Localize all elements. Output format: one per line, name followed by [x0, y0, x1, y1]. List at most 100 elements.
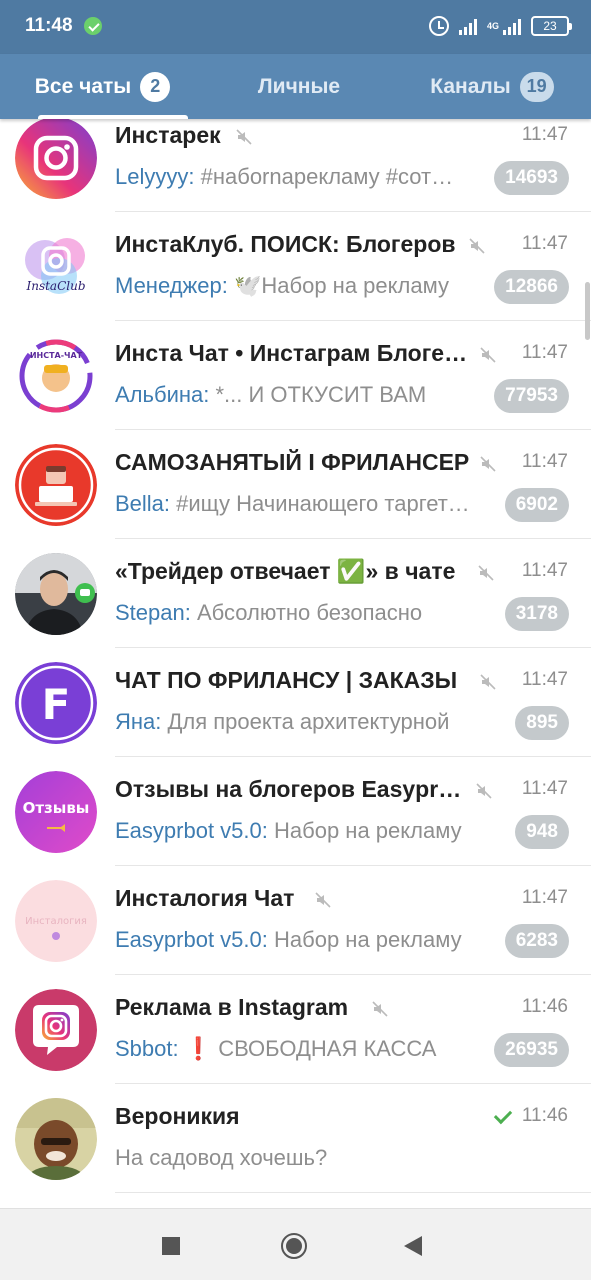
system-nav-bar: [0, 1208, 591, 1280]
person-photo-icon: [15, 1098, 97, 1180]
chat-row[interactable]: Реклама в Instagram 11:46 Sbbot: ❗ СВОБО…: [0, 975, 591, 1084]
chat-message: Для проекта архитектурной: [161, 709, 450, 734]
recent-apps-button[interactable]: [162, 1237, 180, 1255]
freelance-logo-letter: F: [42, 680, 71, 729]
muted-icon: [478, 565, 494, 581]
muted-icon: [476, 783, 492, 799]
reviews-logo-text: Отзывы: [23, 799, 90, 817]
freelancer-logo-icon: [15, 444, 97, 526]
chat-sender: Менеджер:: [115, 273, 228, 298]
freelance-f-logo-icon: F: [15, 662, 97, 744]
row-divider: [115, 1192, 591, 1193]
chat-sender: Bella:: [115, 491, 171, 516]
unread-count-badge: 6283: [504, 924, 569, 958]
chat-preview: Easyprbot v5.0: Набор на рекламу: [115, 927, 465, 953]
chat-time: 11:46: [521, 1105, 568, 1126]
instaclub-logo-icon: InstaClub: [25, 238, 86, 294]
chat-avatar: [15, 444, 97, 526]
chat-time: 11:47: [521, 451, 568, 472]
unread-count-badge: 14693: [494, 161, 569, 195]
active-tab-indicator: [38, 115, 188, 119]
chat-message: 🕊️Набор на рекламу: [227, 273, 449, 298]
tab-channels[interactable]: Каналы 19: [393, 54, 591, 119]
chat-avatar: [15, 1098, 97, 1180]
notification-app-icon: [84, 17, 102, 35]
unread-count-badge: 26935: [494, 1033, 569, 1067]
chat-row[interactable]: InstaClub ИнстаКлуб. ПОИСК: Блогеров 11:…: [0, 212, 591, 321]
chat-row[interactable]: Инстарек 11:47 Lelyyyy: #набornарекламу …: [0, 103, 591, 212]
tab-badge: 2: [140, 71, 171, 102]
chat-message: *... И ОТКУСИТ ВАМ: [209, 382, 427, 407]
chat-preview: Bella: #ищу Начинающего таргетолога: [115, 491, 470, 517]
battery-icon: 23: [531, 16, 572, 36]
chat-row[interactable]: Вероникия 11:46 На садовод хочешь?: [0, 1084, 591, 1193]
status-bar: 11:48 4G 23: [0, 0, 591, 54]
tab-label: Личные: [257, 74, 341, 98]
chat-sender: Яна:: [115, 709, 162, 734]
tab-all-chats[interactable]: Все чаты 2: [0, 54, 205, 119]
chat-message: Набор на рекламу: [267, 927, 462, 952]
chat-message: Абсолютно безопасно: [190, 600, 423, 625]
muted-icon: [469, 238, 485, 254]
chat-avatar: Отзывы: [15, 771, 97, 853]
chat-time: 11:46: [521, 996, 568, 1017]
chat-preview: На садовод хочешь?: [115, 1145, 515, 1171]
chat-preview: Stepan: Абсолютно безопасно: [115, 600, 480, 626]
unread-count-badge: 948: [515, 815, 569, 849]
instaclub-logo-text: InstaClub: [25, 279, 85, 293]
chat-title: Инстарек: [115, 122, 221, 148]
chat-avatar: [15, 117, 97, 199]
chat-preview: Менеджер: 🕊️Набор на рекламу: [115, 273, 457, 299]
chat-preview: Easyprbot v5.0: Набор на рекламу: [115, 818, 477, 844]
chat-preview: Lelyyyy: #набornарекламу #сотрудничество: [115, 164, 457, 190]
chat-sender: Sbbot:: [115, 1036, 179, 1061]
chat-sender: Альбина:: [115, 382, 210, 407]
instagram-ads-logo-icon: [15, 989, 97, 1071]
chat-message: #ищу Начинающего таргетолога: [176, 491, 470, 516]
chat-row[interactable]: ИНСТА-ЧАТ Инста Чат • Инстаграм Блогеры …: [0, 321, 591, 430]
status-time: 11:48: [25, 15, 73, 36]
chat-avatar: Инсталогия: [15, 880, 97, 962]
chat-row[interactable]: Отзывы Отзывы на блогеров Easyprbot 11:4…: [0, 757, 591, 866]
instalogia-logo-text: Инсталогия: [25, 916, 87, 927]
chat-avatar: InstaClub: [15, 226, 97, 308]
back-button[interactable]: [404, 1236, 422, 1256]
chat-preview: Sbbot: ❗ СВОБОДНАЯ КАССА: [115, 1036, 450, 1062]
scrollbar-thumb[interactable]: [585, 282, 590, 340]
muted-icon: [480, 347, 496, 363]
chat-title: САМОЗАНЯТЫЙ I ФРИЛАНСЕР: [115, 449, 470, 475]
chat-title: ЧАТ ПО ФРИЛАНСУ | ЗАКАЗЫ: [115, 667, 458, 693]
muted-icon: [372, 1001, 388, 1017]
home-button[interactable]: [281, 1233, 307, 1259]
chat-title: Инсталогия Чат: [115, 885, 295, 911]
unread-count-badge: 12866: [494, 270, 569, 304]
chat-list[interactable]: Инстарек 11:47 Lelyyyy: #набornарекламу …: [0, 103, 591, 1208]
chat-row[interactable]: Инсталогия Инсталогия Чат 11:47 Easyprbo…: [0, 866, 591, 975]
chat-message: Набор на рекламу: [267, 818, 462, 843]
chat-preview: Альбина: *... И ОТКУСИТ ВАМ: [115, 382, 443, 408]
signal-icon: [458, 17, 477, 35]
reviews-logo-icon: Отзывы: [15, 771, 97, 853]
chat-title: ИнстаКлуб. ПОИСК: Блогеров: [115, 231, 456, 257]
folder-tabs: Все чаты 2 Личные Каналы 19: [0, 54, 591, 119]
chat-time: 11:47: [521, 233, 568, 254]
chat-message: ❗ СВОБОДНАЯ КАССА: [178, 1036, 437, 1061]
chat-time: 11:47: [521, 669, 568, 690]
unread-count-badge: 895: [515, 706, 569, 740]
status-icons: 4G 23: [428, 14, 572, 38]
muted-icon: [480, 456, 496, 472]
tab-personal[interactable]: Личные: [205, 54, 393, 119]
chat-row[interactable]: «Трейдер отвечает ✅» в чате 11:47 Stepan…: [0, 539, 591, 648]
chat-time: 11:47: [521, 778, 568, 799]
alarm-icon: [428, 16, 449, 36]
chat-row[interactable]: F ЧАТ ПО ФРИЛАНСУ | ЗАКАЗЫ 11:47 Яна: Дл…: [0, 648, 591, 757]
tab-label: Все чаты: [34, 74, 132, 98]
tab-label: Каналы: [430, 74, 511, 98]
instachat-logo-text: ИНСТА-ЧАТ: [30, 351, 83, 360]
network-type-label: 4G: [486, 20, 499, 31]
chat-title: Вероникия: [115, 1103, 240, 1129]
chat-title: Реклама в Instagram: [115, 994, 349, 1020]
chat-row[interactable]: САМОЗАНЯТЫЙ I ФРИЛАНСЕР 11:47 Bella: #ищ…: [0, 430, 591, 539]
muted-icon: [480, 674, 496, 690]
chat-sender: Easyprbot v5.0:: [115, 818, 268, 843]
